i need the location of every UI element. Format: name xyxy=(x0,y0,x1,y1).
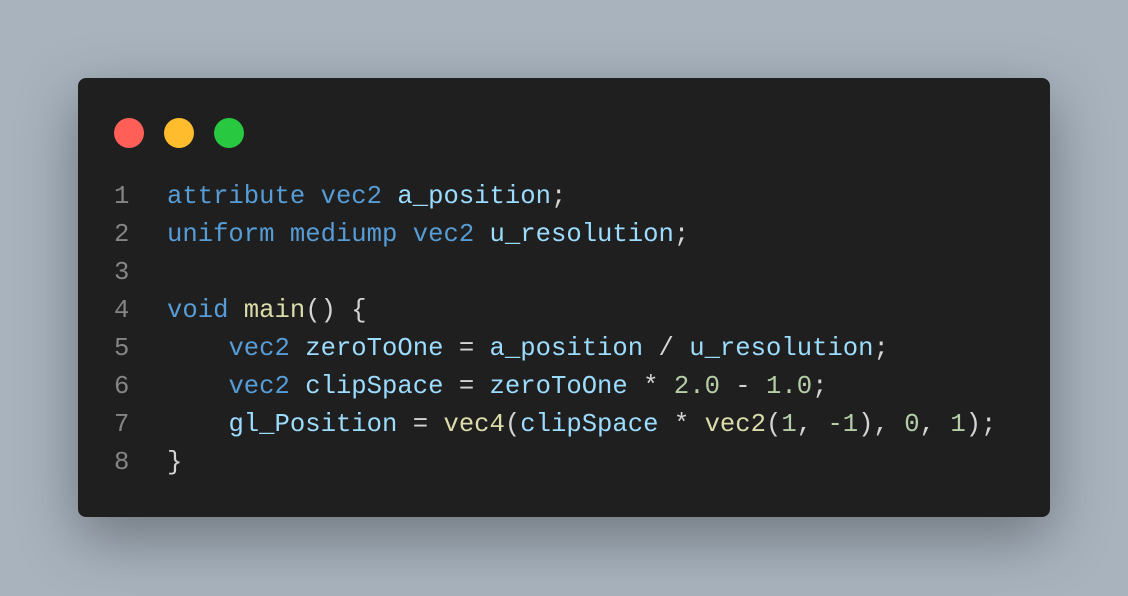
code-token-punct: ; xyxy=(550,182,567,211)
line-number: 4 xyxy=(114,296,130,325)
code-token-punct: ; xyxy=(873,334,889,363)
code-token-function: main xyxy=(243,296,306,325)
line-text: gl_Position = vec4(clipSpace * vec2(1, -… xyxy=(167,406,996,444)
code-token-punct: * xyxy=(627,372,674,401)
code-token-punct: ), xyxy=(858,410,905,439)
code-token-punct: ( xyxy=(504,410,521,439)
code-line: 2 uniform mediump vec2 u_resolution; xyxy=(78,216,1050,254)
code-token-variable: a_position xyxy=(397,182,551,211)
code-token-keyword: vec2 xyxy=(320,182,383,211)
code-token-variable: zeroToOne xyxy=(489,372,628,401)
code-token-punct xyxy=(167,334,228,363)
code-token-punct: ( xyxy=(766,410,782,439)
code-token-keyword: uniform xyxy=(167,220,275,249)
code-token-number: 1 xyxy=(950,410,966,439)
code-line: 5 vec2 zeroToOne = a_position / u_resolu… xyxy=(78,330,1050,368)
code-line: 8} xyxy=(78,444,1050,482)
code-token-punct: = xyxy=(443,372,490,401)
code-token-number: 1 xyxy=(781,410,797,439)
code-token-punct xyxy=(167,372,228,401)
code-token-variable: u_resolution xyxy=(689,334,874,363)
code-token-punct: * xyxy=(658,410,705,439)
line-text: vec2 zeroToOne = a_position / u_resoluti… xyxy=(167,330,889,368)
code-token-punct xyxy=(305,182,320,211)
code-token-keyword: vec2 xyxy=(412,220,475,249)
code-token-punct: / xyxy=(643,334,690,363)
code-token-keyword: vec2 xyxy=(228,372,290,401)
code-token-punct: () { xyxy=(305,296,367,325)
code-token-punct: = xyxy=(397,410,444,439)
code-token-variable: clipSpace xyxy=(520,410,659,439)
code-token-punct: ); xyxy=(965,410,997,439)
code-token-function: vec2 xyxy=(704,410,767,439)
code-line: 4 void main() { xyxy=(78,292,1050,330)
line-text: attribute vec2 a_position; xyxy=(167,178,566,216)
line-text: uniform mediump vec2 u_resolution; xyxy=(167,216,689,254)
code-token-variable: gl_Position xyxy=(228,410,398,439)
code-token-punct xyxy=(290,334,305,363)
line-number: 5 xyxy=(114,334,130,363)
code-token-keyword: mediump xyxy=(289,220,398,249)
code-token-function: vec4 xyxy=(443,410,505,439)
code-token-punct: = xyxy=(443,334,490,363)
line-number: 1 xyxy=(114,182,130,211)
code-token-punct: } xyxy=(167,448,183,477)
code-token-punct xyxy=(275,220,290,249)
code-line: 1 attribute vec2 a_position; xyxy=(78,178,1050,216)
code-token-variable: zeroToOne xyxy=(305,334,444,363)
line-number: 2 xyxy=(114,220,130,249)
maximize-dot-icon[interactable] xyxy=(214,118,244,148)
code-block: 1 attribute vec2 a_position; 2 uniform medi… xyxy=(78,178,1050,482)
code-token-variable: clipSpace xyxy=(305,372,444,401)
code-line: 3 xyxy=(78,254,1050,292)
code-token-punct xyxy=(167,410,228,439)
code-line: 6 vec2 clipSpace = zeroToOne * 2.0 - 1.0… xyxy=(78,368,1050,406)
line-number: 7 xyxy=(114,410,130,439)
close-dot-icon[interactable] xyxy=(114,118,144,148)
code-token-punct xyxy=(474,220,489,249)
code-token-punct xyxy=(382,182,397,211)
code-token-variable: u_resolution xyxy=(489,220,674,249)
code-token-punct: , xyxy=(796,410,828,439)
code-token-punct: ; xyxy=(812,372,828,401)
code-token-number: 2.0 xyxy=(673,372,720,401)
code-token-punct: - xyxy=(719,372,767,401)
line-text: vec2 clipSpace = zeroToOne * 2.0 - 1.0; xyxy=(167,368,827,406)
line-text: void main() { xyxy=(167,292,367,330)
line-number: 3 xyxy=(114,258,130,287)
code-token-punct xyxy=(290,372,305,401)
code-token-punct: , xyxy=(919,410,951,439)
code-token-punct xyxy=(228,296,243,325)
code-token-keyword: void xyxy=(167,296,229,325)
code-token-number: 1.0 xyxy=(766,372,813,401)
code-token-number: -1 xyxy=(827,410,859,439)
code-line: 7 gl_Position = vec4(clipSpace * vec2(1,… xyxy=(78,406,1050,444)
line-number: 6 xyxy=(114,372,130,401)
code-token-keyword: vec2 xyxy=(228,334,290,363)
code-window: 1 attribute vec2 a_position; 2 uniform medi… xyxy=(78,78,1050,517)
line-number: 8 xyxy=(114,448,130,477)
code-token-punct: ; xyxy=(673,220,690,249)
code-token-variable: a_position xyxy=(489,334,644,363)
code-token-keyword: attribute xyxy=(167,182,306,211)
code-token-number: 0 xyxy=(904,410,920,439)
line-text: } xyxy=(167,444,182,482)
minimize-dot-icon[interactable] xyxy=(164,118,194,148)
code-token-punct xyxy=(397,220,412,249)
